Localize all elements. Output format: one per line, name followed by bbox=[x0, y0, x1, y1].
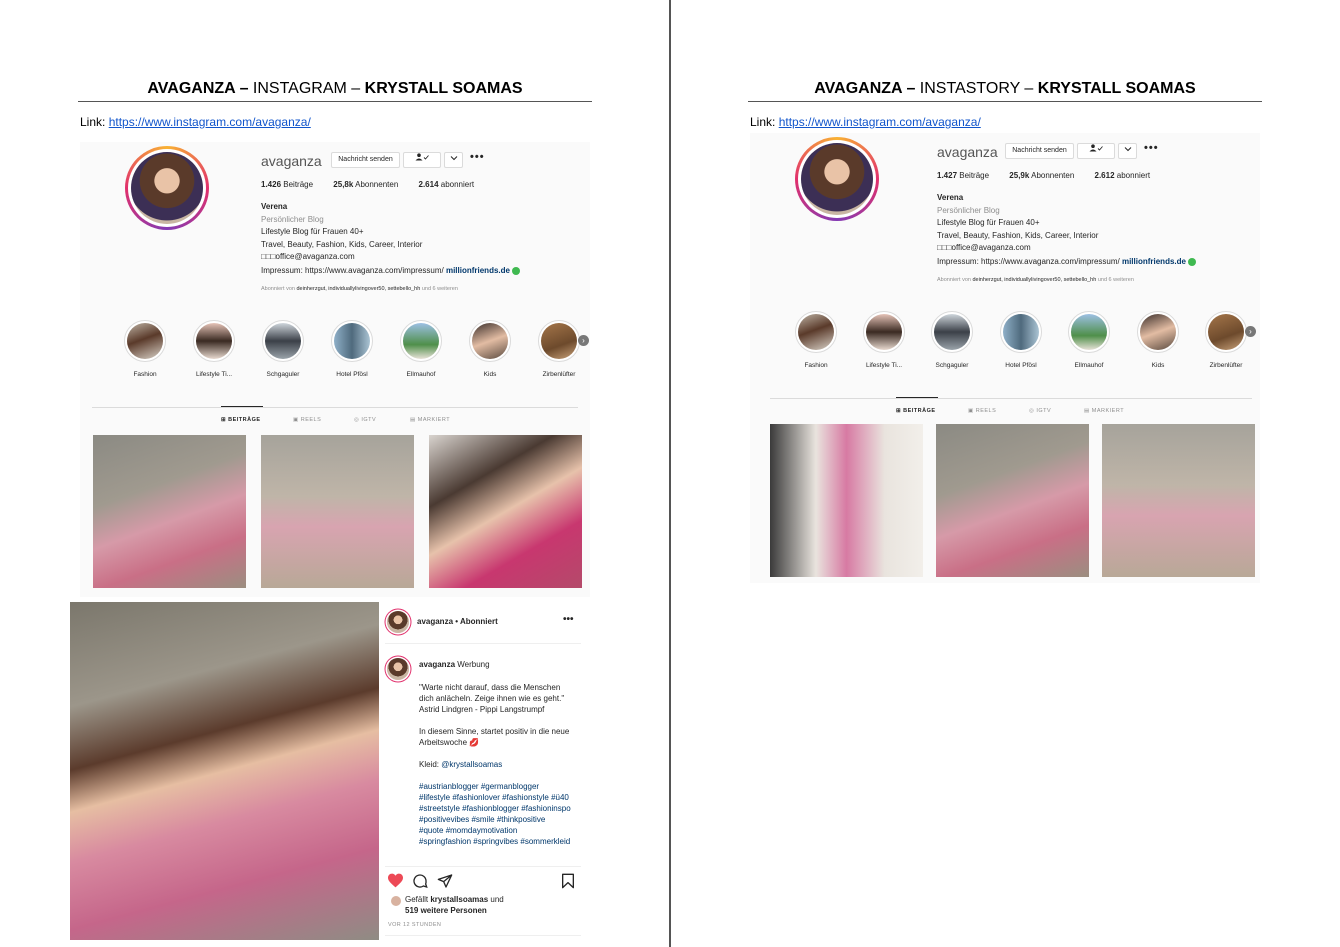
liker-avatar bbox=[391, 896, 401, 906]
post-likes[interactable]: Gefällt krystallsoamas und 519 weitere P… bbox=[405, 894, 504, 916]
post-actions bbox=[387, 872, 577, 892]
tab-reels[interactable]: ▣ REELS bbox=[968, 408, 996, 414]
profile-stats: 1.427 Beiträge 25,9k Abonnenten 2.612 ab… bbox=[937, 171, 1168, 180]
profile-stats: 1.426 Beiträge 25,8k Abonnenten 2.614 ab… bbox=[261, 180, 492, 189]
highlight-fashion[interactable]: Fashion bbox=[786, 311, 846, 369]
post-author-avatar[interactable] bbox=[387, 611, 409, 633]
chevron-down-icon bbox=[1124, 147, 1131, 152]
more-options-icon[interactable]: ••• bbox=[1144, 142, 1159, 154]
posts-count: 1.427 Beiträge bbox=[937, 171, 990, 180]
post-thumbnail[interactable] bbox=[1102, 424, 1255, 577]
highlight-hotel-pfoesl[interactable]: Hotel Pfösl bbox=[322, 320, 382, 378]
tab-reels[interactable]: ▣ REELS bbox=[293, 417, 321, 423]
highlight-ellmauhof[interactable]: Ellmauhof bbox=[391, 320, 451, 378]
comment-icon[interactable] bbox=[412, 873, 428, 889]
follow-status-button[interactable] bbox=[1077, 143, 1115, 159]
person-check-icon bbox=[1089, 144, 1103, 152]
story-highlights: Fashion Lifestyle Ti... Schgaguler Hotel… bbox=[786, 311, 1256, 371]
chevron-right-icon[interactable]: › bbox=[1245, 326, 1256, 337]
following-count[interactable]: 2.614 abonniert bbox=[419, 180, 475, 189]
post-hashtags[interactable]: #austrianblogger #germanblogger #lifesty… bbox=[419, 781, 571, 847]
right-instagram-link[interactable]: https://www.instagram.com/avaganza/ bbox=[779, 115, 981, 129]
profile-username: avaganza bbox=[261, 153, 322, 169]
profile-username: avaganza bbox=[937, 144, 998, 160]
tab-posts[interactable]: ⊞ BEITRÄGE bbox=[896, 408, 936, 414]
followers-count[interactable]: 25,9k Abonnenten bbox=[1009, 171, 1074, 180]
right-page: AVAGANZA – INSTASTORY – KRYSTALL SOAMAS … bbox=[671, 0, 1339, 947]
profile-impressum: Impressum: https://www.avaganza.com/impr… bbox=[261, 266, 520, 275]
highlight-fashion[interactable]: Fashion bbox=[115, 320, 175, 378]
story-highlights: Fashion Lifestyle Ti... Schgaguler Hotel… bbox=[115, 320, 589, 380]
tab-igtv[interactable]: ◎ IGTV bbox=[1029, 408, 1051, 414]
tab-posts[interactable]: ⊞ BEITRÄGE bbox=[221, 417, 261, 423]
highlight-zirbenluefter[interactable]: › Zirbenlüfter bbox=[1196, 311, 1256, 369]
post-thumbnail[interactable] bbox=[261, 435, 414, 588]
highlight-schgaguler[interactable]: Schgaguler bbox=[922, 311, 982, 369]
more-options-icon[interactable]: ••• bbox=[470, 151, 485, 163]
tab-tagged[interactable]: ▤ MARKIERT bbox=[410, 417, 450, 423]
highlight-kids[interactable]: Kids bbox=[460, 320, 520, 378]
left-instagram-link[interactable]: https://www.instagram.com/avaganza/ bbox=[109, 115, 311, 129]
profile-bio: Verena Persönlicher Blog Lifestyle Blog … bbox=[937, 193, 1099, 252]
right-doc-title: AVAGANZA – INSTASTORY – KRYSTALL SOAMAS bbox=[748, 80, 1262, 102]
highlight-ellmauhof[interactable]: Ellmauhof bbox=[1059, 311, 1119, 369]
right-link-line: Link: https://www.instagram.com/avaganza… bbox=[750, 115, 981, 129]
followed-by[interactable]: Abonniert von deinherzgut, individuallyl… bbox=[261, 286, 458, 292]
highlight-lifestyle[interactable]: Lifestyle Ti... bbox=[854, 311, 914, 369]
millionfriends-link[interactable]: millionfriends.de bbox=[446, 266, 510, 275]
verified-icon bbox=[511, 266, 520, 275]
following-count[interactable]: 2.612 abonniert bbox=[1095, 171, 1151, 180]
post-thumbnail[interactable] bbox=[770, 424, 923, 577]
person-check-icon bbox=[415, 153, 429, 161]
chevron-down-icon bbox=[450, 156, 457, 161]
right-profile-screenshot: avaganza Nachricht senden ••• 1.427 Beit… bbox=[750, 133, 1260, 583]
follow-status-button[interactable] bbox=[403, 152, 441, 168]
posts-count: 1.426 Beiträge bbox=[261, 180, 314, 189]
post-thumbnail[interactable] bbox=[429, 435, 582, 588]
profile-avatar[interactable] bbox=[795, 137, 879, 221]
post-timestamp: VOR 12 STUNDEN bbox=[388, 922, 442, 928]
highlight-lifestyle[interactable]: Lifestyle Ti... bbox=[184, 320, 244, 378]
post-photo[interactable] bbox=[70, 602, 379, 940]
post-thumbnail[interactable] bbox=[936, 424, 1089, 577]
followers-count[interactable]: 25,8k Abonnenten bbox=[333, 180, 398, 189]
heart-icon[interactable] bbox=[387, 873, 404, 888]
suggestions-button[interactable] bbox=[444, 152, 463, 168]
post-caption: "Warte nicht darauf, dass die Menschen d… bbox=[419, 683, 571, 847]
highlight-schgaguler[interactable]: Schgaguler bbox=[253, 320, 313, 378]
highlight-zirbenluefter[interactable]: › Zirbenlüfter bbox=[529, 320, 589, 378]
profile-avatar[interactable] bbox=[125, 146, 209, 230]
post-thumbnail[interactable] bbox=[93, 435, 246, 588]
caption-author: avaganza Werbung bbox=[419, 660, 490, 669]
millionfriends-link[interactable]: millionfriends.de bbox=[1122, 257, 1186, 266]
tab-tagged[interactable]: ▤ MARKIERT bbox=[1084, 408, 1124, 414]
message-button[interactable]: Nachricht senden bbox=[331, 152, 400, 168]
verified-icon bbox=[1187, 257, 1196, 266]
chevron-right-icon[interactable]: › bbox=[578, 335, 589, 346]
post-more-icon[interactable]: ••• bbox=[563, 614, 574, 625]
message-button[interactable]: Nachricht senden bbox=[1005, 143, 1074, 159]
highlight-hotel-pfoesl[interactable]: Hotel Pfösl bbox=[991, 311, 1051, 369]
left-page: AVAGANZA – INSTAGRAM – KRYSTALL SOAMAS L… bbox=[0, 0, 668, 947]
highlight-kids[interactable]: Kids bbox=[1128, 311, 1188, 369]
tab-igtv[interactable]: ◎ IGTV bbox=[354, 417, 376, 423]
left-profile-screenshot: avaganza Nachricht senden ••• 1.426 Beit… bbox=[80, 142, 590, 597]
caption-scroll[interactable]: "Warte nicht darauf, dass die Menschen d… bbox=[419, 682, 574, 864]
profile-impressum: Impressum: https://www.avaganza.com/impr… bbox=[937, 257, 1196, 266]
post-sidebar: avaganza • Abonniert ••• avaganza Werbun… bbox=[379, 602, 581, 940]
left-doc-title: AVAGANZA – INSTAGRAM – KRYSTALL SOAMAS bbox=[78, 80, 592, 102]
followed-by[interactable]: Abonniert von deinherzgut, individuallyl… bbox=[937, 277, 1134, 283]
mention-krystallsoamas[interactable]: @krystallsoamas bbox=[441, 760, 502, 769]
share-icon[interactable] bbox=[437, 873, 453, 889]
suggestions-button[interactable] bbox=[1118, 143, 1137, 159]
post-author[interactable]: avaganza • Abonniert bbox=[417, 617, 498, 626]
caption-avatar[interactable] bbox=[387, 658, 409, 680]
left-link-line: Link: https://www.instagram.com/avaganza… bbox=[80, 115, 311, 129]
bookmark-icon[interactable] bbox=[561, 873, 575, 889]
profile-bio: Verena Persönlicher Blog Lifestyle Blog … bbox=[261, 202, 423, 261]
